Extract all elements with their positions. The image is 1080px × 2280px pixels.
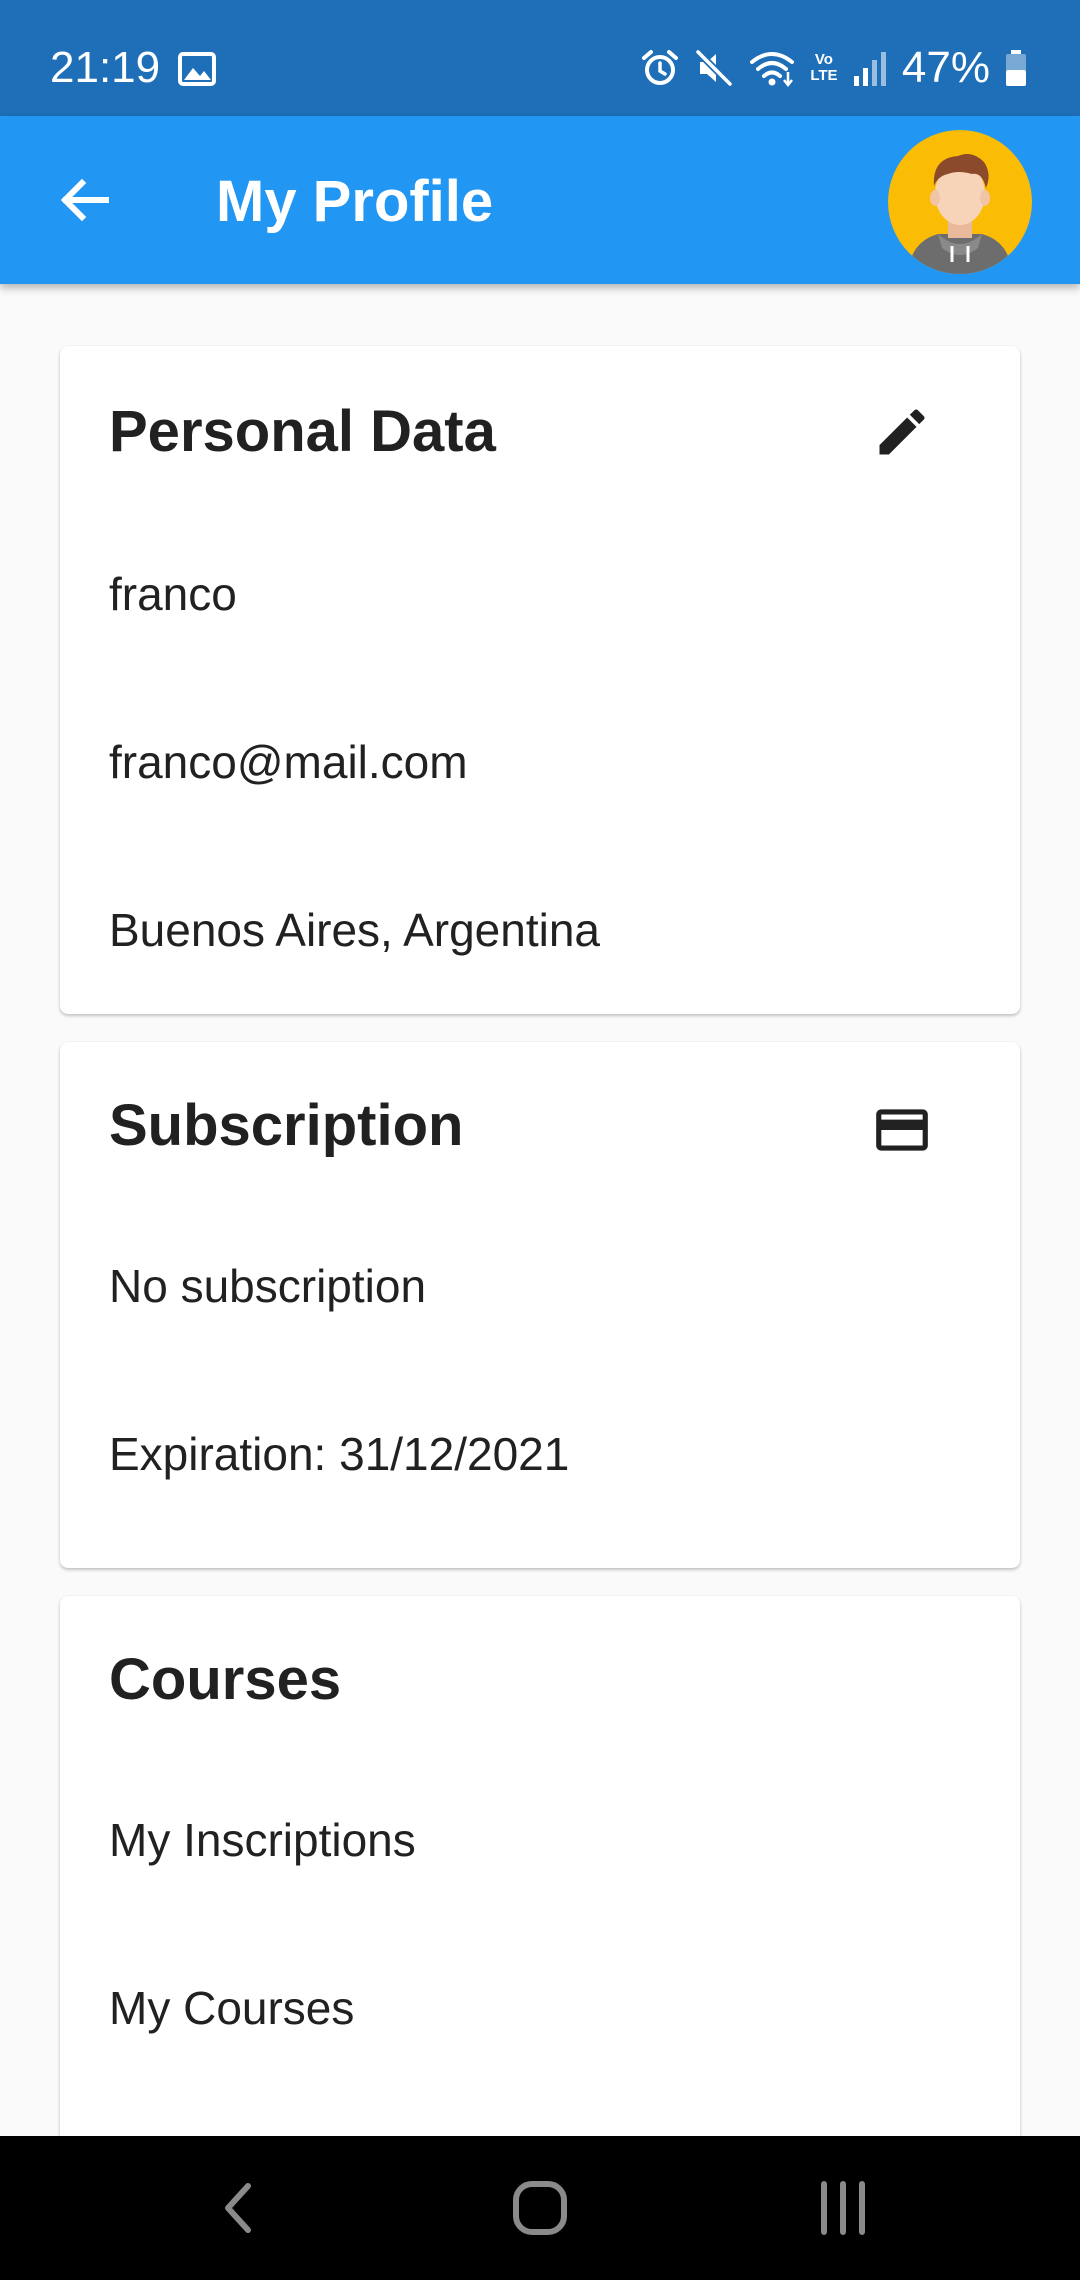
nav-home-icon (513, 2181, 567, 2235)
courses-title: Courses (109, 1647, 342, 1712)
status-bar: 21:19 Vo LTE 47% (0, 0, 1080, 116)
nav-back-button[interactable] (188, 2172, 288, 2244)
subscription-status: No subscription (109, 1260, 427, 1312)
arrow-back-icon (60, 178, 109, 222)
personal-data-title: Personal Data (109, 399, 496, 464)
payment-button[interactable] (866, 1094, 938, 1166)
nav-home-button[interactable] (490, 2172, 590, 2244)
alarm-icon (641, 50, 678, 85)
app-bar: My Profile (0, 116, 1080, 284)
user-avatar[interactable] (888, 130, 1032, 274)
profile-content[interactable]: Personal Data franco franco@mail.com Bue… (0, 284, 1080, 2136)
mute-icon (695, 49, 733, 87)
my-inscriptions-link[interactable]: My Inscriptions (109, 1814, 416, 1866)
battery-icon (1006, 50, 1026, 86)
navigation-bar (0, 2136, 1080, 2280)
personal-data-card: Personal Data franco franco@mail.com Bue… (60, 346, 1020, 1014)
profile-name: franco (109, 568, 237, 620)
subscription-title: Subscription (109, 1093, 464, 1158)
credit-card-icon (876, 1109, 928, 1151)
avatar-illustration (908, 154, 1012, 274)
gallery-icon (178, 52, 216, 86)
nav-recents-button[interactable] (793, 2172, 893, 2244)
courses-card: Courses My Inscriptions My Courses (60, 1596, 1020, 2136)
back-button[interactable] (44, 164, 124, 236)
signal-icon (853, 52, 886, 86)
nav-recents-icon (821, 2181, 865, 2235)
wifi-icon (749, 52, 794, 88)
battery-percent: 47% (901, 43, 990, 92)
profile-location: Buenos Aires, Argentina (109, 904, 600, 956)
edit-button[interactable] (866, 396, 938, 468)
subscription-expiration: Expiration: 31/12/2021 (109, 1428, 570, 1480)
status-time: 21:19 (50, 43, 161, 92)
page-title: My Profile (216, 169, 494, 234)
lte-icon: Vo LTE (810, 51, 838, 84)
profile-email: franco@mail.com (109, 736, 468, 788)
subscription-card: Subscription No subscription Expiration:… (60, 1042, 1020, 1568)
edit-pencil-icon (879, 409, 925, 455)
status-icons: Vo LTE 47% (640, 44, 1028, 92)
my-courses-link[interactable]: My Courses (109, 1982, 354, 2034)
nav-back-icon (225, 2183, 251, 2233)
